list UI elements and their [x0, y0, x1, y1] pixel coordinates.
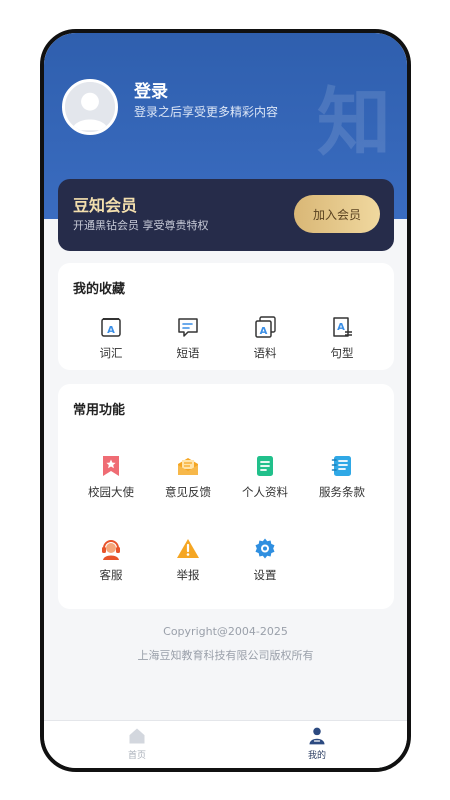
function-label: 服务条款 — [319, 485, 365, 499]
favorite-label: 句型 — [330, 346, 354, 360]
function-item-profile[interactable]: 个人资料 — [227, 454, 303, 500]
ambassador-bookmark-icon — [103, 456, 119, 476]
logo-watermark: 知 — [317, 80, 391, 166]
favorite-label: 语料 — [253, 346, 277, 360]
vip-subtitle: 开通黑钻会员 享受尊贵特权 — [73, 219, 209, 232]
join-vip-button[interactable]: 加入会员 — [294, 195, 380, 233]
corpus-icon: A — [255, 316, 276, 338]
function-item-feedback[interactable]: 意见反馈 — [150, 454, 226, 500]
functions-title: 常用功能 — [73, 403, 126, 418]
favorite-label: 短语 — [176, 346, 200, 360]
default-avatar-icon — [65, 82, 115, 132]
sentence-pattern-icon: A — [333, 317, 352, 337]
home-icon — [129, 728, 145, 744]
function-label: 设置 — [253, 568, 277, 582]
svg-text:A: A — [260, 326, 268, 337]
function-label: 客服 — [99, 568, 123, 582]
svg-text:A: A — [337, 322, 345, 333]
svg-text:A: A — [107, 325, 115, 336]
login-subtitle: 登录之后享受更多精彩内容 — [134, 105, 279, 119]
favorite-item-phrase[interactable]: 短语 — [150, 315, 226, 361]
vip-membership-card[interactable]: 豆知会员 开通黑钻会员 享受尊贵特权 加入会员 — [58, 179, 394, 251]
tab-home[interactable]: 首页 — [107, 726, 167, 761]
copyright-text: Copyright@2004-2025 — [163, 625, 288, 638]
function-label: 意见反馈 — [165, 485, 211, 499]
common-functions-card: 常用功能 校园大使 意见反馈 个人资料 服务条款 客服 举报 设置 — [58, 384, 394, 609]
settings-gear-icon — [255, 538, 275, 559]
function-item-settings[interactable]: 设置 — [227, 537, 303, 583]
tab-label: 首页 — [127, 751, 146, 761]
favorite-item-vocabulary[interactable]: A 词汇 — [73, 315, 149, 361]
phone-frame: 知 登录 登录之后享受更多精彩内容 豆知会员 开通黑钻会员 享受尊贵特权 加入会… — [40, 29, 411, 772]
avatar[interactable] — [62, 79, 118, 135]
bottom-tab-bar: 首页 我的 — [44, 720, 407, 768]
favorite-label: 词汇 — [99, 346, 123, 360]
favorite-item-corpus[interactable]: A 语料 — [227, 315, 303, 361]
favorites-card: 我的收藏 A 词汇 短语 A 语料 A 句型 — [58, 263, 394, 370]
function-item-ambassador[interactable]: 校园大使 — [73, 454, 149, 500]
function-item-report[interactable]: 举报 — [150, 537, 226, 583]
favorites-title: 我的收藏 — [73, 282, 126, 297]
login-title[interactable]: 登录 — [134, 77, 168, 102]
tab-me[interactable]: 我的 — [287, 726, 347, 761]
customer-service-icon — [102, 540, 120, 560]
function-item-customer-service[interactable]: 客服 — [73, 537, 149, 583]
phrase-icon — [178, 318, 198, 337]
function-label: 校园大使 — [88, 485, 134, 499]
report-warning-icon — [177, 539, 199, 558]
user-icon — [309, 727, 325, 745]
vip-title: 豆知会员 — [73, 196, 138, 215]
function-label: 举报 — [176, 568, 200, 582]
terms-notebook-icon — [331, 456, 351, 476]
profile-document-icon — [257, 456, 273, 476]
favorite-item-sentence-pattern[interactable]: A 句型 — [304, 315, 380, 361]
function-label: 个人资料 — [242, 485, 288, 499]
company-text: 上海豆知教育科技有限公司版权所有 — [137, 649, 314, 662]
function-item-terms[interactable]: 服务条款 — [304, 454, 380, 500]
vocabulary-icon: A — [101, 318, 121, 337]
feedback-mail-icon — [178, 458, 198, 475]
tab-label: 我的 — [307, 751, 326, 761]
